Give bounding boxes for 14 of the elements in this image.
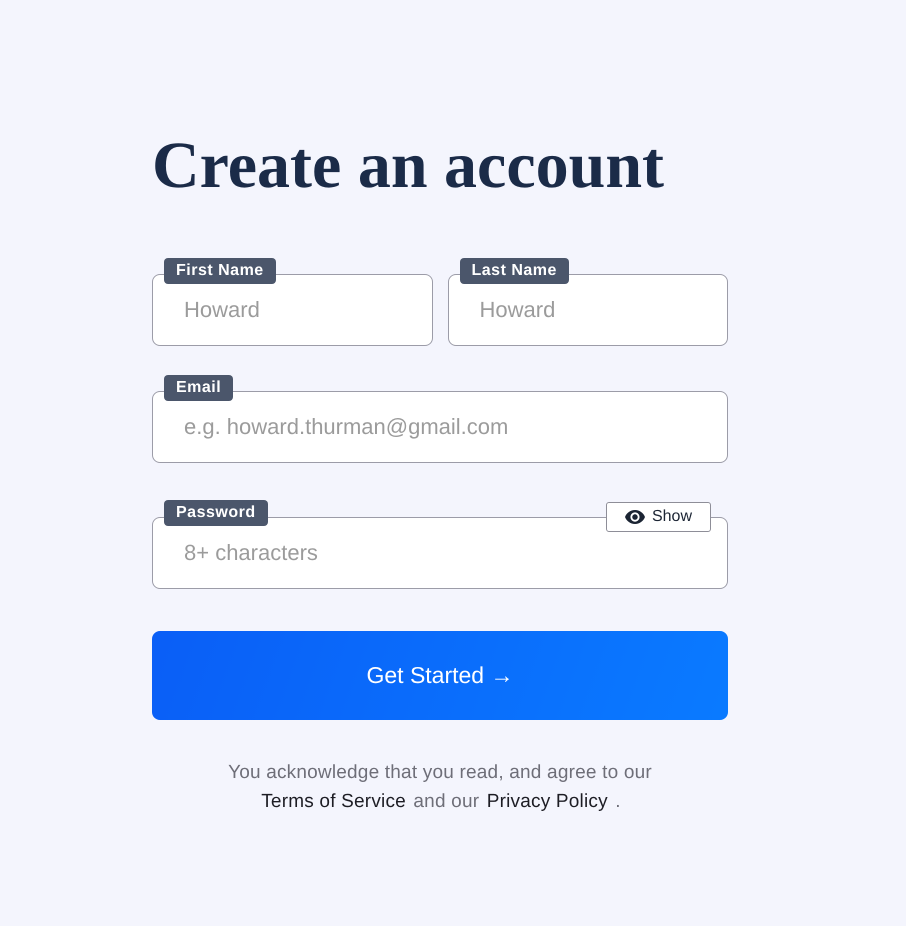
input-field[interactable]: Howard [152, 274, 432, 346]
text-link[interactable]: Terms of Service [261, 791, 406, 812]
field-label: First Name [164, 258, 276, 284]
get-started-button[interactable]: Get Started → [152, 631, 728, 720]
field-label: Email [164, 375, 234, 401]
show-password-button[interactable]: Show [606, 502, 711, 532]
input-field[interactable]: Howard [448, 274, 728, 346]
eye-icon [624, 510, 645, 524]
text-link[interactable]: Privacy Policy [486, 791, 608, 812]
field-label: Password [164, 500, 268, 526]
page-title: Create an account [152, 133, 666, 199]
legal-notice: You acknowledge that you read, and agree to our Terms of Service and our Privacy Policy . [228, 761, 652, 814]
field-label: Last Name [460, 258, 569, 284]
input-field[interactable]: e.g. howard.thurman@gmail.com [152, 391, 728, 463]
